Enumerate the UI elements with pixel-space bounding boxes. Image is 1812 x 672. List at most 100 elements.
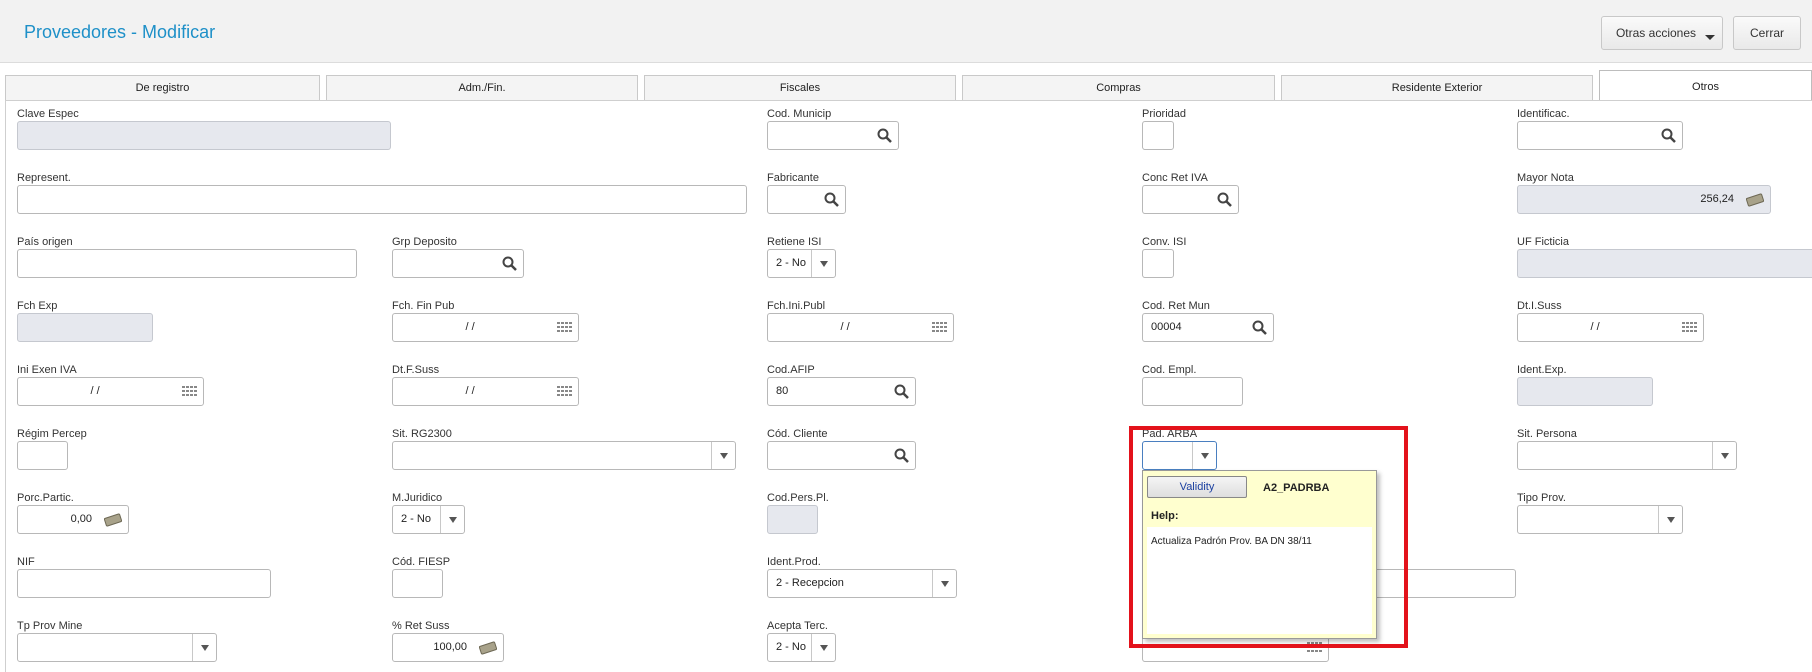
- ident-exp-field: [1517, 377, 1653, 406]
- clave-espec-field: [17, 121, 391, 150]
- ret-suss-field[interactable]: 100,00: [392, 633, 504, 662]
- cod-cliente-field[interactable]: [767, 441, 916, 470]
- tp-prov-mine-label: Tp Prov Mine: [17, 620, 83, 632]
- cod-afip-field[interactable]: 80: [767, 377, 916, 406]
- fch-exp-label: Fch Exp: [17, 300, 58, 312]
- cod-afip-value: 80: [776, 385, 789, 397]
- chevron-down-icon: [720, 453, 728, 459]
- regim-percep-field[interactable]: [17, 441, 68, 470]
- chevron-down-icon: [820, 645, 828, 651]
- cod-fiesp-field[interactable]: [392, 569, 443, 598]
- tipo-prov-select[interactable]: [1517, 505, 1683, 534]
- porc-partic-label: Porc.Partic.: [17, 492, 74, 504]
- tab-fiscales[interactable]: Fiscales: [644, 75, 956, 100]
- chevron-down-icon: [1705, 35, 1715, 40]
- dropdown-toggle[interactable]: [811, 634, 835, 661]
- conc-ret-iva-field[interactable]: [1142, 185, 1239, 214]
- identificac-field[interactable]: [1517, 121, 1683, 150]
- ident-exp-label: Ident.Exp.: [1517, 364, 1567, 376]
- retiene-isi-value: 2 - No: [776, 257, 806, 269]
- cod-empl-field[interactable]: [1142, 377, 1243, 406]
- calendar-icon[interactable]: [557, 385, 573, 399]
- tab-residente-exterior[interactable]: Residente Exterior: [1281, 75, 1593, 100]
- acepta-terc-select[interactable]: 2 - No: [767, 633, 836, 662]
- cod-ret-mun-label: Cod. Ret Mun: [1142, 300, 1210, 312]
- dt-f-suss-value: / /: [465, 385, 475, 397]
- nif-field[interactable]: [17, 569, 271, 598]
- tp-prov-mine-select[interactable]: [17, 633, 217, 662]
- cod-ret-mun-value: 00004: [1151, 321, 1182, 333]
- dt-i-suss-field[interactable]: / /: [1517, 313, 1704, 342]
- prioridad-field[interactable]: [1142, 121, 1174, 150]
- chevron-down-icon: [820, 261, 828, 267]
- money-icon: [1746, 193, 1764, 207]
- cod-ret-mun-field[interactable]: 00004: [1142, 313, 1274, 342]
- tab-compras[interactable]: Compras: [962, 75, 1275, 100]
- dropdown-toggle[interactable]: [192, 634, 216, 661]
- ident-prod-value: 2 - Recepcion: [776, 577, 844, 589]
- search-icon[interactable]: [893, 383, 911, 401]
- chevron-down-icon: [941, 581, 949, 587]
- conc-ret-iva-label: Conc Ret IVA: [1142, 172, 1208, 184]
- tab-otros[interactable]: Otros: [1599, 70, 1812, 101]
- close-button[interactable]: Cerrar: [1733, 16, 1801, 50]
- fch-ini-publ-field[interactable]: / /: [767, 313, 954, 342]
- ini-exen-iva-value: / /: [90, 385, 100, 397]
- search-icon[interactable]: [501, 255, 519, 273]
- search-icon[interactable]: [893, 447, 911, 465]
- pais-origen-field[interactable]: [17, 249, 357, 278]
- dropdown-toggle[interactable]: [711, 442, 735, 469]
- tab-de-registro[interactable]: De registro: [5, 75, 320, 100]
- ini-exen-iva-field[interactable]: / /: [17, 377, 204, 406]
- m-juridico-value: 2 - No: [401, 513, 431, 525]
- dropdown-toggle[interactable]: [1712, 442, 1736, 469]
- grp-deposito-field[interactable]: [392, 249, 524, 278]
- m-juridico-label: M.Juridico: [392, 492, 443, 504]
- uf-ficticia-label: UF Ficticia: [1517, 236, 1569, 248]
- search-icon[interactable]: [823, 191, 841, 209]
- cod-empl-label: Cod. Empl.: [1142, 364, 1197, 376]
- search-icon[interactable]: [876, 127, 894, 145]
- ident-prod-select[interactable]: 2 - Recepcion: [767, 569, 957, 598]
- tab-adm-fin[interactable]: Adm./Fin.: [326, 75, 638, 100]
- header-bar: Proveedores - Modificar Otras acciones C…: [0, 0, 1812, 63]
- cod-municip-field[interactable]: [767, 121, 899, 150]
- conv-isi-field[interactable]: [1142, 249, 1174, 278]
- calendar-icon[interactable]: [182, 385, 198, 399]
- represent-field[interactable]: [17, 185, 747, 214]
- search-icon[interactable]: [1216, 191, 1234, 209]
- ret-suss-label: % Ret Suss: [392, 620, 450, 632]
- porc-partic-field[interactable]: 0,00: [17, 505, 129, 534]
- dropdown-toggle[interactable]: [440, 506, 464, 533]
- retiene-isi-select[interactable]: 2 - No: [767, 249, 836, 278]
- fch-ini-publ-label: Fch.Ini.Publ: [767, 300, 826, 312]
- chevron-down-icon: [1667, 517, 1675, 523]
- dt-f-suss-field[interactable]: / /: [392, 377, 579, 406]
- fch-fin-pub-field[interactable]: / /: [392, 313, 579, 342]
- calendar-icon[interactable]: [1682, 321, 1698, 335]
- m-juridico-select[interactable]: 2 - No: [392, 505, 465, 534]
- page-title: Proveedores - Modificar: [24, 22, 216, 42]
- fabricante-field[interactable]: [767, 185, 846, 214]
- money-icon: [104, 513, 122, 527]
- calendar-icon[interactable]: [557, 321, 573, 335]
- chevron-down-icon: [1721, 453, 1729, 459]
- money-icon: [479, 641, 497, 655]
- dropdown-toggle[interactable]: [932, 570, 956, 597]
- other-actions-button[interactable]: Otras acciones: [1601, 16, 1723, 50]
- mayor-nota-field: 256,24: [1517, 185, 1771, 214]
- dropdown-toggle[interactable]: [1658, 506, 1682, 533]
- identificac-label: Identificac.: [1517, 108, 1570, 120]
- dropdown-toggle[interactable]: [811, 250, 835, 277]
- highlight-box: [1129, 426, 1408, 648]
- sit-rg2300-label: Sit. RG2300: [392, 428, 452, 440]
- prioridad-label: Prioridad: [1142, 108, 1187, 120]
- cod-municip-label: Cod. Municip: [767, 108, 832, 120]
- search-icon[interactable]: [1660, 127, 1678, 145]
- sit-persona-select[interactable]: [1517, 441, 1737, 470]
- fabricante-label: Fabricante: [767, 172, 819, 184]
- sit-rg2300-select[interactable]: [392, 441, 736, 470]
- mayor-nota-label: Mayor Nota: [1517, 172, 1574, 184]
- calendar-icon[interactable]: [932, 321, 948, 335]
- search-icon[interactable]: [1251, 319, 1269, 337]
